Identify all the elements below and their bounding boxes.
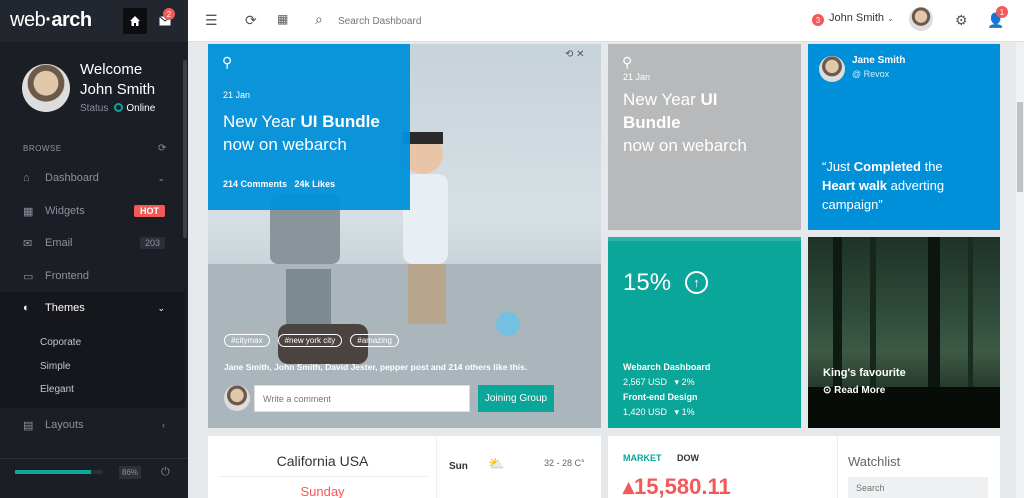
weather-widget: California USA Sunday Sun ⛅ 32 - 28 C° xyxy=(208,436,601,498)
user-badge: 3 xyxy=(812,14,824,26)
tag-chip[interactable]: #citymax xyxy=(224,334,270,347)
read-more-link[interactable]: ⊙ Read More xyxy=(823,385,885,396)
profile-status: Status Online xyxy=(80,103,156,114)
welcome-text: Welcome xyxy=(80,61,143,78)
menu-toggle-icon[interactable]: ☰ xyxy=(205,12,218,29)
home-button[interactable] xyxy=(123,8,147,34)
sidebar-item-themes[interactable]: ◐ Themes ⌄ xyxy=(0,292,185,324)
chevron-down-icon: ⌄ xyxy=(157,302,165,313)
dow-tab[interactable]: DOW xyxy=(677,453,699,463)
apps-grid-icon[interactable]: ▦ xyxy=(277,12,288,26)
photo-caption: King's favourite xyxy=(823,367,906,379)
likers-text: Jane Smith, John Smith, David Jester, pe… xyxy=(224,362,528,372)
themes-submenu xyxy=(0,324,185,408)
stats-tile: 15% ↑ Webarch Dashboard 2,567 USD ▾ 2% F… xyxy=(608,237,801,428)
progress-percent: 86% xyxy=(119,466,142,479)
quote-handle: @ Revox xyxy=(852,69,890,79)
home-icon xyxy=(130,16,140,26)
quote-tile: Jane Smith @ Revox “Just Completed the He… xyxy=(808,44,1000,230)
tag-chip[interactable]: #new york city xyxy=(277,334,343,347)
email-count: 203 xyxy=(139,237,165,249)
header-avatar[interactable] xyxy=(909,7,933,31)
weather-city: California USA xyxy=(276,453,369,469)
profile-name: John Smith xyxy=(80,81,156,98)
power-icon[interactable]: ⏻ xyxy=(161,466,170,479)
forest-image xyxy=(808,237,1000,428)
page-scrollbar[interactable] xyxy=(1016,42,1024,498)
weather-day: Sunday xyxy=(300,484,345,498)
profile-avatar[interactable] xyxy=(22,64,70,112)
progress-bar xyxy=(15,470,103,474)
refresh-icon[interactable]: ⟳ xyxy=(158,143,166,154)
grid-icon: ▦ xyxy=(23,205,34,218)
submenu-item-simple[interactable]: Simple xyxy=(40,361,71,372)
featured-title: New Year UI Bundle now on webarch xyxy=(223,112,380,154)
browse-label: BROWSE xyxy=(23,144,62,153)
header-user-name[interactable]: John Smith ⌄ xyxy=(829,12,894,24)
mail-badge: 2 xyxy=(163,8,175,20)
location-pin-icon: ⚲ xyxy=(622,54,633,70)
monitor-icon: ▭ xyxy=(23,270,34,283)
tile-controls-icon[interactable]: ⟲ ✕ xyxy=(565,49,585,60)
join-group-button[interactable]: Joining Group xyxy=(478,385,554,412)
stats-percent: 15% xyxy=(623,269,672,296)
stats-list: Webarch Dashboard 2,567 USD ▾ 2% Front-e… xyxy=(623,362,711,417)
forest-photo-tile: King's favourite ⊙ Read More xyxy=(808,237,1000,428)
submenu-item-elegant[interactable]: Elegant xyxy=(40,384,74,395)
reload-icon[interactable]: ⟳ xyxy=(245,12,257,29)
quote-avatar xyxy=(819,56,845,82)
online-dot-icon xyxy=(114,103,124,112)
bundle-date: 21 Jan xyxy=(623,72,651,82)
top-header xyxy=(188,0,1024,42)
sidebar-item-layouts[interactable]: ▤ Layouts ‹ xyxy=(0,409,185,441)
chevron-down-icon: ⌄ xyxy=(157,172,165,183)
market-value: ▴15,580.11 xyxy=(623,474,731,498)
arrow-up-icon: ↑ xyxy=(685,271,708,294)
partly-cloudy-icon: ⛅ xyxy=(488,456,505,471)
weather-row-day: Sun xyxy=(449,461,468,472)
contrast-icon: ◐ xyxy=(23,302,30,314)
mail-icon: ✉ xyxy=(23,237,33,250)
hot-badge: HOT xyxy=(134,205,165,217)
file-icon: ▤ xyxy=(23,419,34,432)
bundle-tile: ⚲ 21 Jan New Year UI Bundle now on webarch xyxy=(608,44,801,230)
search-icon: ⌕ xyxy=(315,11,323,27)
sidebar-item-frontend[interactable]: ▭ Frontend xyxy=(0,260,185,292)
submenu-item-coporate[interactable]: Coporate xyxy=(40,337,81,348)
scrollbar-thumb[interactable] xyxy=(1017,102,1023,192)
sidebar-footer xyxy=(0,458,188,498)
sidebar-item-dashboard[interactable]: ⌂ Dashboard ⌄ xyxy=(0,162,185,194)
chevron-left-icon: ‹ xyxy=(162,420,165,430)
market-widget: MARKET DOW ▴15,580.11 Watchlist xyxy=(608,436,1000,498)
comment-input[interactable] xyxy=(254,385,470,412)
bundle-title: New Year UI Bundle now on webarch xyxy=(623,90,747,155)
watchlist-search-input[interactable] xyxy=(848,477,988,498)
location-pin-icon: ⚲ xyxy=(222,54,233,70)
featured-tile: ⚲ 21 Jan New Year UI Bundle now on webarc… xyxy=(208,44,601,428)
sidebar-item-email[interactable]: ✉ Email 203 xyxy=(0,227,185,259)
commenter-avatar xyxy=(224,385,250,411)
home-icon: ⌂ xyxy=(23,172,30,184)
watchlist-title: Watchlist xyxy=(848,454,901,469)
alert-badge: 1 xyxy=(996,6,1008,18)
app-logo[interactable]: web·arch xyxy=(10,9,92,32)
weather-temp: 32 - 28 C° xyxy=(544,458,585,468)
tag-list: #citymax #new york city #amazing xyxy=(224,334,399,347)
quote-author: Jane Smith xyxy=(852,55,906,66)
settings-gear-icon[interactable]: ⚙ xyxy=(955,12,968,29)
search-input[interactable] xyxy=(338,12,538,30)
featured-date: 21 Jan xyxy=(223,90,251,100)
sidebar-item-widgets[interactable]: ▦ Widgets HOT xyxy=(0,195,185,227)
quote-text: “Just Completed the Heart walk adverting c… xyxy=(822,159,945,212)
featured-stats: 214 Comments 24k Likes xyxy=(223,179,336,189)
tag-chip[interactable]: #amazing xyxy=(350,334,399,347)
market-tab[interactable]: MARKET xyxy=(623,453,662,463)
progress-fill xyxy=(15,470,91,474)
